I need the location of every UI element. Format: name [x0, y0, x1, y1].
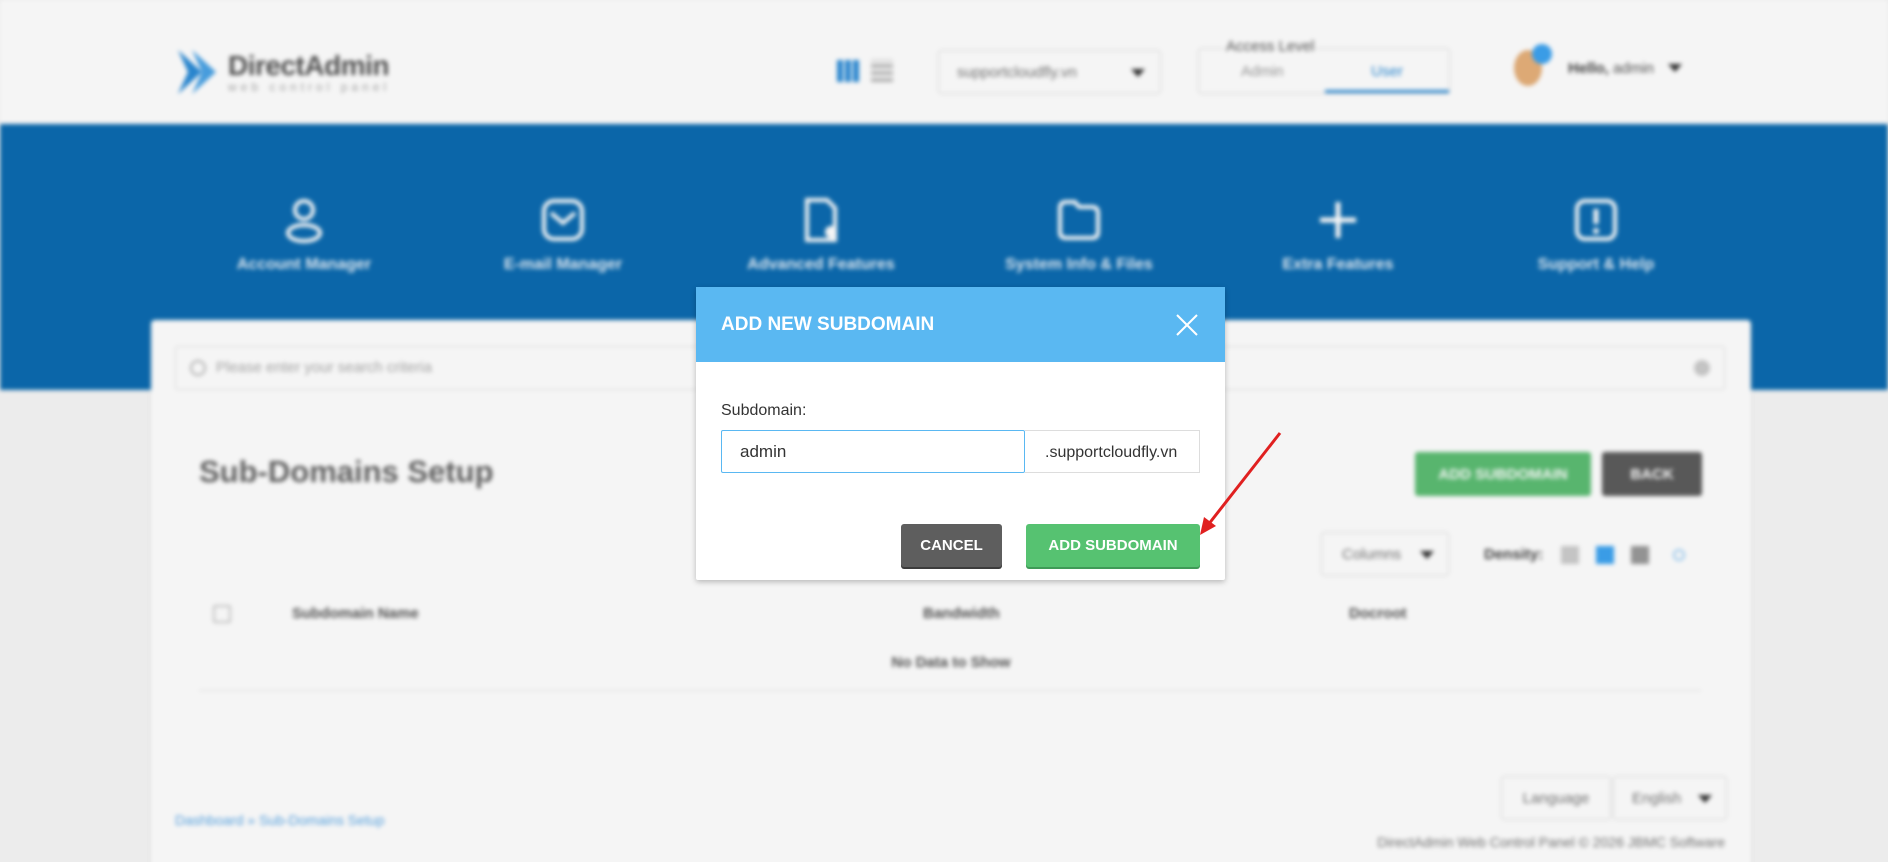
add-subdomain-button[interactable]: ADD SUBDOMAIN	[1026, 524, 1200, 567]
domain-suffix: .supportcloudfly.vn	[1025, 430, 1200, 473]
subdomain-input[interactable]	[721, 430, 1025, 473]
dialog-header: ADD NEW SUBDOMAIN	[696, 287, 1225, 362]
annotation-arrow-icon	[1200, 432, 1282, 535]
subdomain-label: Subdomain:	[721, 402, 807, 419]
dialog-title: ADD NEW SUBDOMAIN	[721, 314, 935, 335]
cancel-button[interactable]: CANCEL	[901, 524, 1002, 567]
add-subdomain-dialog: ADD NEW SUBDOMAIN Subdomain: .supportclo…	[696, 287, 1225, 580]
close-icon[interactable]	[1175, 313, 1199, 337]
